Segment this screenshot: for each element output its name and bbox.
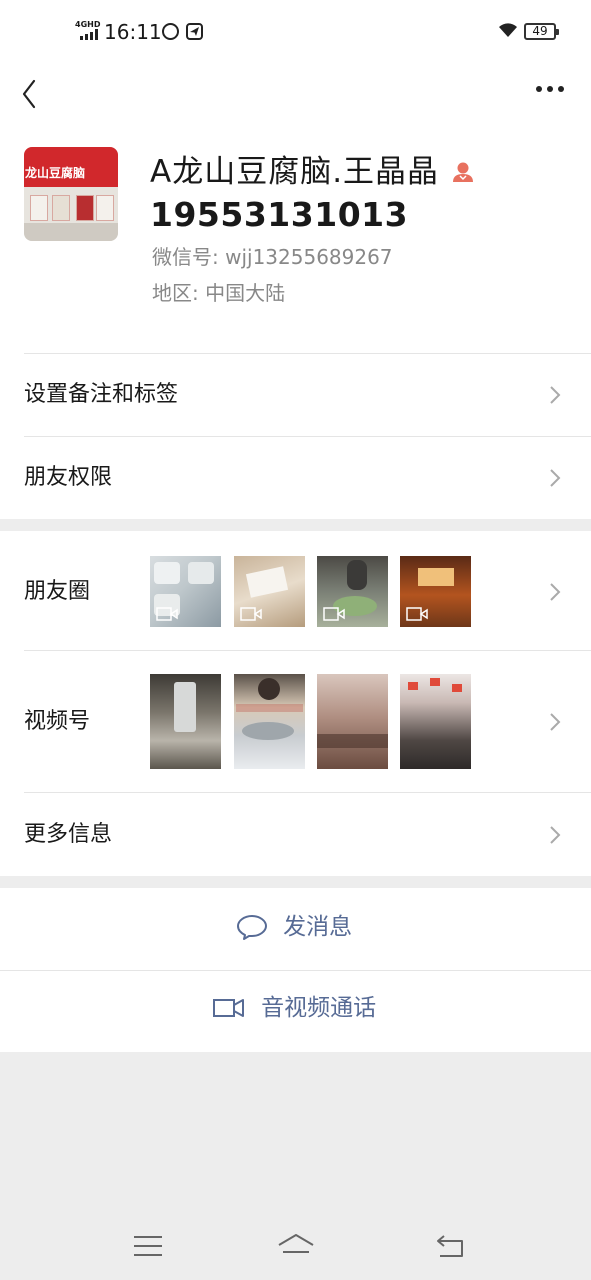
contact-phone: 19553131013 xyxy=(150,195,409,234)
region: 地区: 中国大陆 xyxy=(152,281,286,305)
video-icon xyxy=(323,607,345,621)
back-button[interactable] xyxy=(14,70,50,110)
permissions-row[interactable]: 朋友权限 xyxy=(0,437,591,519)
avatar-sign-text: 龙山豆腐脑 xyxy=(25,166,86,180)
channels-label: 视频号 xyxy=(24,709,91,734)
moments-thumbnail[interactable] xyxy=(317,556,388,627)
channels-thumbnail[interactable] xyxy=(234,674,305,769)
channels-row[interactable]: 视频号 xyxy=(0,651,591,792)
contact-name: A龙山豆腐脑.王晶晶 xyxy=(150,154,440,190)
actions-group: 发消息 音视频通话 xyxy=(0,888,591,1052)
back-icon[interactable] xyxy=(432,1232,468,1260)
wifi-icon xyxy=(498,22,518,42)
chevron-right-icon xyxy=(550,386,561,404)
wechat-id: 微信号: wjj13255689267 xyxy=(152,245,393,269)
chevron-right-icon xyxy=(550,583,561,601)
nav-bar xyxy=(0,64,591,124)
chevron-right-icon xyxy=(550,469,561,487)
home-icon[interactable] xyxy=(277,1232,314,1260)
video-icon xyxy=(240,607,262,621)
more-button[interactable] xyxy=(530,78,570,100)
moments-thumbnail[interactable] xyxy=(150,556,221,627)
remark-label: 设置备注和标签 xyxy=(24,382,179,407)
more-info-row[interactable]: 更多信息 xyxy=(0,793,591,876)
status-bar: 4GHD 16:11 49 xyxy=(0,0,591,64)
moments-row[interactable]: 朋友圈 xyxy=(0,531,591,650)
moments-label: 朋友圈 xyxy=(24,579,91,604)
chevron-right-icon xyxy=(550,713,561,731)
avatar[interactable]: 龙山豆腐脑 xyxy=(24,147,118,241)
network-type: 4GHD xyxy=(75,20,101,29)
channels-thumbnail[interactable] xyxy=(150,674,221,769)
telegram-icon xyxy=(186,23,203,40)
media-group: 朋友圈 视频号 更多信息 xyxy=(0,531,591,876)
remark-row[interactable]: 设置备注和标签 xyxy=(0,354,591,436)
moments-thumbnail[interactable] xyxy=(234,556,305,627)
system-nav-bar xyxy=(0,1210,591,1280)
status-time: 16:11 xyxy=(104,20,162,44)
battery-icon: 49 xyxy=(524,23,559,40)
settings-group: 设置备注和标签 朋友权限 xyxy=(0,353,591,519)
video-icon xyxy=(156,607,178,621)
channels-thumbnail[interactable] xyxy=(400,674,471,769)
chevron-right-icon xyxy=(550,826,561,844)
moments-thumbnail[interactable] xyxy=(400,556,471,627)
video-icon xyxy=(406,607,428,621)
send-message-button[interactable]: 发消息 xyxy=(0,888,591,970)
permissions-label: 朋友权限 xyxy=(24,465,113,490)
female-user-icon xyxy=(452,161,474,183)
chevron-left-icon xyxy=(22,79,36,109)
vpn-icon xyxy=(162,23,179,40)
chat-bubble-icon xyxy=(237,915,267,940)
channels-thumbnail[interactable] xyxy=(317,674,388,769)
menu-icon[interactable] xyxy=(130,1232,166,1260)
more-info-label: 更多信息 xyxy=(24,822,113,847)
send-message-label: 发消息 xyxy=(283,914,353,940)
video-camera-icon xyxy=(213,999,244,1017)
profile-card: 龙山豆腐脑 A龙山豆腐脑.王晶晶 19553131013 微信号: wjj132… xyxy=(0,124,591,353)
signal-icon xyxy=(80,29,98,40)
video-call-label: 音视频通话 xyxy=(261,995,377,1021)
video-call-button[interactable]: 音视频通话 xyxy=(0,971,591,1052)
